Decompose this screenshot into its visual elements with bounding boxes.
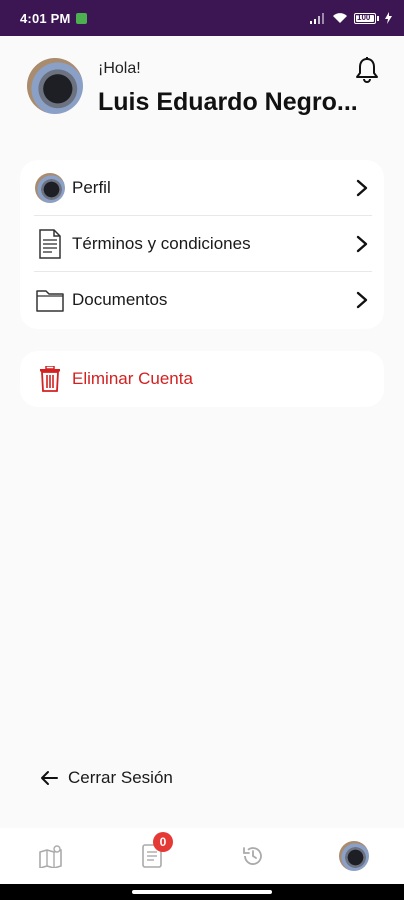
nav-profile[interactable] bbox=[303, 828, 404, 884]
document-text-icon bbox=[34, 228, 66, 260]
nav-map[interactable] bbox=[0, 828, 101, 884]
chevron-right-icon bbox=[356, 291, 368, 309]
bell-icon[interactable] bbox=[354, 56, 380, 84]
menu-item-label: Perfil bbox=[72, 178, 111, 197]
folder-icon bbox=[34, 284, 66, 316]
user-name: Luis Eduardo Negro... bbox=[98, 88, 358, 116]
app-notification-icon bbox=[75, 12, 87, 24]
status-icons: 100 bbox=[310, 12, 392, 24]
status-time: 4:01 PM bbox=[20, 10, 71, 26]
charging-icon bbox=[385, 12, 392, 24]
history-icon bbox=[242, 847, 262, 865]
menu-item-perfil[interactable]: Perfil bbox=[20, 160, 384, 216]
nav-history[interactable] bbox=[202, 828, 303, 884]
delete-account-card: Eliminar Cuenta bbox=[20, 351, 384, 407]
profile-avatar-icon bbox=[338, 841, 369, 871]
avatar[interactable] bbox=[27, 58, 83, 114]
menu-item-terminos[interactable]: Términos y condiciones bbox=[20, 216, 384, 272]
menu-item-documentos[interactable]: Documentos bbox=[20, 272, 384, 328]
battery-level: 100 bbox=[357, 12, 371, 22]
menu-item-label: Términos y condiciones bbox=[72, 234, 251, 253]
settings-menu: Perfil Términos y condiciones Documentos bbox=[20, 160, 384, 329]
status-bar: 4:01 PM 100 bbox=[0, 0, 404, 36]
profile-header: ¡Hola! Luis Eduardo Negro... bbox=[0, 36, 404, 146]
notification-badge: 0 bbox=[153, 832, 173, 852]
logout-label: Cerrar Sesión bbox=[68, 768, 173, 787]
logout-button[interactable]: Cerrar Sesión bbox=[40, 768, 173, 788]
greeting: ¡Hola! bbox=[98, 60, 141, 77]
bottom-nav: 0 bbox=[0, 828, 404, 884]
chevron-right-icon bbox=[356, 235, 368, 253]
delete-account-button[interactable]: Eliminar Cuenta bbox=[20, 351, 384, 407]
nav-list[interactable]: 0 bbox=[101, 828, 202, 884]
map-icon bbox=[38, 845, 62, 868]
wifi-icon bbox=[333, 13, 347, 23]
delete-account-label: Eliminar Cuenta bbox=[72, 369, 193, 388]
trash-icon bbox=[34, 363, 66, 395]
profile-avatar-icon bbox=[34, 172, 66, 204]
system-navigation-bar bbox=[0, 884, 404, 900]
signal-icon bbox=[310, 12, 324, 24]
battery-icon: 100 bbox=[354, 12, 379, 24]
arrow-left-icon bbox=[41, 771, 58, 785]
home-indicator[interactable] bbox=[132, 890, 272, 894]
chevron-right-icon bbox=[356, 179, 368, 197]
menu-item-label: Documentos bbox=[72, 290, 168, 309]
